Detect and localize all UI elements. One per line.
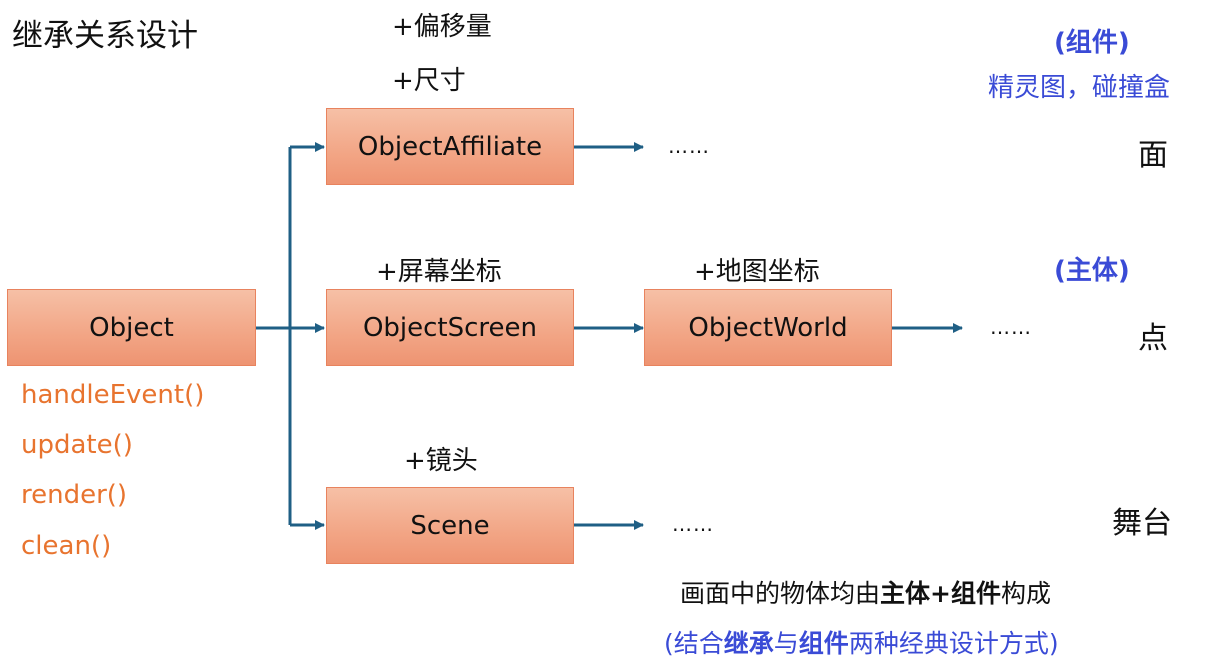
label-point: 点 (1138, 321, 1168, 356)
method-clean: clean() (21, 531, 112, 561)
summary-line-1: 画面中的物体均由主体+组件构成 (680, 574, 1051, 610)
summary-2e: 两种经典设计方式) (848, 629, 1059, 658)
component-description: 精灵图，碰撞盒 (988, 73, 1171, 103)
label-surface: 面 (1138, 138, 1168, 173)
summary-2c: 与 (773, 629, 799, 658)
tag-component: (组件) (1054, 28, 1130, 58)
ellipsis-affiliate: …… (668, 134, 710, 158)
summary-1c: 构成 (1000, 579, 1051, 608)
summary-2d: 组件 (798, 629, 849, 658)
note-offset: +偏移量 (392, 12, 492, 42)
summary-1a: 画面中的物体均由 (680, 579, 881, 608)
box-object: Object (7, 289, 256, 366)
box-object-affiliate: ObjectAffiliate (326, 108, 574, 185)
note-screen-coord: +屏幕坐标 (376, 257, 502, 287)
box-scene: Scene (326, 487, 574, 564)
box-object-screen: ObjectScreen (326, 289, 574, 366)
ellipsis-world: …… (990, 315, 1032, 339)
label-stage: 舞台 (1112, 506, 1172, 541)
box-object-world: ObjectWorld (644, 289, 892, 366)
ellipsis-scene: …… (672, 512, 714, 536)
method-update: update() (21, 430, 133, 460)
note-camera: +镜头 (404, 446, 478, 476)
tag-main-body: (主体) (1054, 256, 1130, 286)
diagram-title: 继承关系设计 (12, 18, 198, 54)
summary-2b: 继承 (723, 629, 774, 658)
note-size: +尺寸 (392, 66, 466, 96)
method-handle-event: handleEvent() (21, 380, 205, 410)
method-render: render() (21, 480, 128, 510)
summary-line-2: (结合继承与组件两种经典设计方式) (664, 624, 1059, 660)
summary-2a: (结合 (664, 629, 724, 658)
note-map-coord: +地图坐标 (694, 257, 820, 287)
summary-1b: 主体+组件 (880, 579, 1001, 608)
